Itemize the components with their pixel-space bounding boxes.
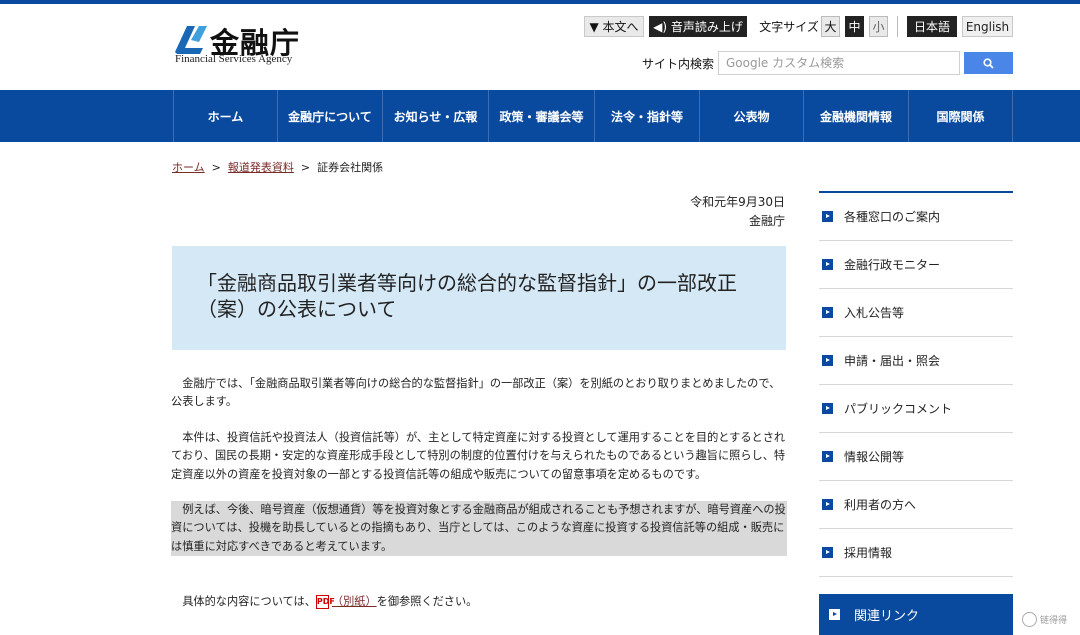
- release-date: 令和元年9月30日: [690, 195, 785, 209]
- side-item-contact[interactable]: 各種窓口のご案内: [819, 193, 1013, 241]
- font-size-large-button[interactable]: 大: [821, 16, 840, 37]
- nav-item-about[interactable]: 金融庁について: [277, 90, 382, 142]
- body-paragraph-1: 金融庁では、「金融商品取引業者等向けの総合的な監督指針」の一部改正（案）を別紙の…: [171, 377, 781, 409]
- arrow-bullet-icon: [822, 451, 833, 462]
- release-org: 金融庁: [748, 214, 785, 228]
- breadcrumb-current: 証券会社関係: [317, 161, 384, 174]
- side-item-recruit[interactable]: 採用情報: [819, 529, 1013, 577]
- side-item-users[interactable]: 利用者の方へ: [819, 481, 1013, 529]
- arrow-bullet-icon: [829, 609, 840, 620]
- breadcrumb-press-link[interactable]: 報道発表資料: [228, 161, 294, 174]
- utility-divider: [897, 16, 898, 37]
- arrow-bullet-icon: [822, 259, 833, 270]
- side-item-label: 情報公開等: [844, 450, 905, 464]
- breadcrumb-separator: >: [211, 161, 221, 174]
- body-paragraph-4: 具体的な内容については、PDF（別紙）を御参照ください。: [171, 593, 787, 611]
- watermark-text: 链得得: [1040, 616, 1068, 626]
- side-item-label: 金融行政モニター: [844, 258, 941, 272]
- lang-japanese-button[interactable]: 日本語: [907, 16, 957, 37]
- attachment-link[interactable]: （別紙）: [332, 595, 377, 608]
- side-item-monitor[interactable]: 金融行政モニター: [819, 241, 1013, 289]
- body-paragraph-4-lead: 具体的な内容については、: [171, 595, 316, 608]
- watermark: 链得得: [1022, 612, 1067, 627]
- side-item-applications[interactable]: 申請・届出・照会: [819, 337, 1013, 385]
- nav-item-news[interactable]: お知らせ・広報: [382, 90, 488, 142]
- nav-item-home[interactable]: ホーム: [173, 90, 277, 142]
- side-item-label: パブリックコメント: [844, 402, 953, 416]
- search-icon: [983, 57, 994, 69]
- breadcrumb-home-link[interactable]: ホーム: [172, 161, 205, 174]
- fsa-logo[interactable]: 金融庁 Financial Services Agency: [173, 20, 313, 68]
- logo-subtitle: Financial Services Agency: [175, 53, 293, 65]
- side-item-label: 入札公告等: [844, 306, 905, 320]
- font-size-label: 文字サイズ: [759, 20, 819, 34]
- search-button[interactable]: [964, 52, 1013, 74]
- page-title: 「金融商品取引業者等向けの総合的な監督指針」の一部改正（案）の公表について: [197, 271, 737, 321]
- side-item-label: 利用者の方へ: [844, 498, 917, 512]
- nav-item-institutions[interactable]: 金融機関情報: [803, 90, 908, 142]
- body-paragraph-4-tail: を御参照ください。: [376, 595, 478, 608]
- side-item-label: 採用情報: [844, 546, 893, 560]
- watermark-logo-icon: [1022, 612, 1037, 627]
- side-item-label: 各種窓口のご案内: [844, 210, 941, 224]
- body-paragraph-3-highlighted: 例えば、今後、暗号資産（仮想通貨）等を投資対象とする金融商品が組成されることも予…: [171, 501, 787, 556]
- arrow-bullet-icon: [822, 403, 833, 414]
- side-item-public-comment[interactable]: パブリックコメント: [819, 385, 1013, 433]
- side-item-bids[interactable]: 入札公告等: [819, 289, 1013, 337]
- skip-to-content-button[interactable]: ▼ 本文へ: [584, 16, 644, 37]
- font-size-small-button[interactable]: 小: [869, 16, 888, 37]
- pdf-icon: PDF: [315, 595, 335, 609]
- side-item-label: 申請・届出・照会: [844, 354, 941, 368]
- arrow-bullet-icon: [822, 547, 833, 558]
- nav-item-publications[interactable]: 公表物: [699, 90, 803, 142]
- top-accent-bar: [0, 0, 1080, 4]
- breadcrumb: ホーム > 報道発表資料 > 証券会社関係: [172, 159, 383, 175]
- font-size-medium-button[interactable]: 中: [845, 16, 864, 37]
- breadcrumb-separator: >: [300, 161, 311, 174]
- nav-item-policy[interactable]: 政策・審議会等: [488, 90, 594, 142]
- site-search-label: サイト内検索: [642, 57, 715, 71]
- title-box: 「金融商品取引業者等向けの総合的な監督指針」の一部改正（案）の公表について: [172, 246, 786, 350]
- fsa-logo-mark-icon: [175, 26, 207, 54]
- related-links-label: 関連リンク: [854, 609, 920, 624]
- arrow-bullet-icon: [822, 307, 833, 318]
- nav-item-laws[interactable]: 法令・指針等: [594, 90, 699, 142]
- arrow-bullet-icon: [822, 211, 833, 222]
- side-item-disclosure[interactable]: 情報公開等: [819, 433, 1013, 481]
- arrow-bullet-icon: [822, 499, 833, 510]
- search-input[interactable]: [718, 51, 960, 75]
- nav-item-international[interactable]: 国際関係: [908, 90, 1013, 142]
- global-nav: ホーム 金融庁について お知らせ・広報 政策・審議会等 法令・指針等 公表物 金…: [0, 90, 1080, 142]
- body-paragraph-2: 本件は、投資信託や投資法人（投資信託等）が、主として特定資産に対する投資として運…: [171, 431, 786, 481]
- related-links-button[interactable]: 関連リンク: [819, 594, 1013, 635]
- voice-readout-button[interactable]: ◀) 音声読み上げ: [649, 16, 747, 37]
- arrow-bullet-icon: [822, 355, 833, 366]
- lang-english-button[interactable]: English: [962, 16, 1013, 37]
